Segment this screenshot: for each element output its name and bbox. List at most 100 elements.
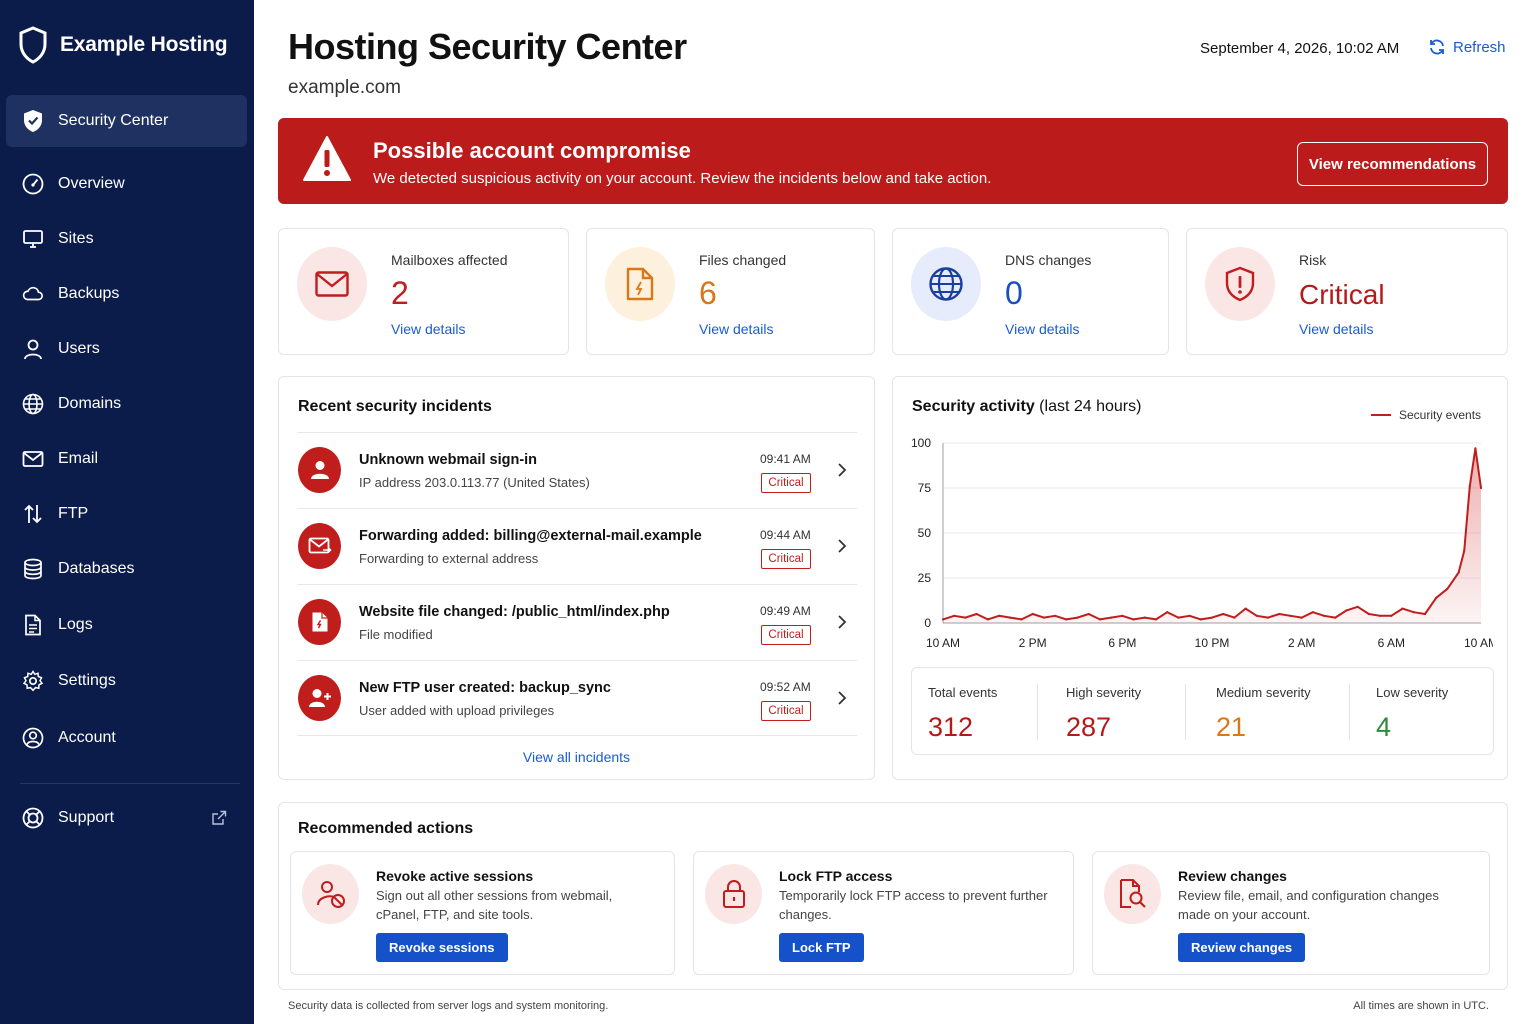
view-details-link[interactable]: View details — [391, 321, 465, 337]
sidebar-item-label: Users — [58, 340, 100, 357]
refresh-button[interactable]: Refresh — [1428, 38, 1506, 56]
view-all-incidents-link[interactable]: View all incidents — [279, 749, 874, 765]
sidebar-item-settings[interactable]: Settings — [6, 655, 247, 707]
chevron-right-icon[interactable] — [837, 690, 847, 706]
user-icon — [298, 447, 341, 493]
search-file-icon — [1104, 864, 1161, 924]
sidebar-item-label: Sites — [58, 230, 94, 247]
data-point — [1468, 485, 1471, 488]
sidebar-item-label: Email — [58, 450, 99, 467]
view-details-link[interactable]: View details — [1299, 321, 1373, 337]
data-point — [1188, 614, 1191, 617]
chevron-right-icon[interactable] — [837, 462, 847, 478]
stat-label: Files changed — [699, 252, 787, 268]
sidebar-item-logs[interactable]: Logs — [6, 599, 247, 651]
sidebar-item-label: Databases — [58, 560, 135, 577]
data-point — [975, 612, 978, 616]
sidebar-item-overview[interactable]: Overview — [6, 158, 247, 210]
incident-time: 09:49 AM — [760, 604, 811, 618]
data-point — [1390, 614, 1393, 617]
incident-row[interactable]: Website file changed: /public_html/index… — [297, 584, 857, 660]
revoke-sessions-button[interactable]: Revoke sessions — [376, 933, 508, 962]
stat-label: Mailboxes affected — [391, 252, 508, 268]
file-icon — [22, 614, 44, 636]
sidebar-item-ftp[interactable]: FTP — [6, 488, 247, 540]
account-icon — [22, 727, 44, 749]
view-recommendations-button[interactable]: View recommendations — [1297, 142, 1488, 186]
x-tick-label: 10 AM — [1464, 636, 1493, 650]
brand[interactable]: Example Hosting — [18, 26, 228, 64]
data-point — [1255, 614, 1258, 617]
summary-divider — [1037, 684, 1038, 740]
severity-badge: Critical — [761, 473, 811, 493]
stat-value: 0 — [1005, 275, 1023, 311]
summary-value: 287 — [1066, 712, 1112, 742]
sidebar-item-email[interactable]: Email — [6, 433, 247, 485]
x-tick-label: 2 AM — [1288, 636, 1315, 650]
action-text: Sign out all other sessions from webmail… — [376, 888, 613, 922]
x-tick-label: 10 AM — [926, 636, 960, 650]
x-tick-label: 6 PM — [1108, 636, 1136, 650]
x-tick-label: 6 AM — [1378, 636, 1405, 650]
incident-title: New FTP user created: backup_sync — [359, 680, 611, 696]
incident-time: 09:44 AM — [760, 528, 811, 542]
chevron-right-icon[interactable] — [837, 614, 847, 630]
data-point — [1412, 611, 1415, 614]
view-details-link[interactable]: View details — [1005, 321, 1079, 337]
data-point — [1042, 616, 1045, 619]
incident-title: Forwarding added: billing@external-mail.… — [359, 528, 702, 544]
alert-text: We detected suspicious activity on your … — [373, 170, 992, 187]
sidebar-item-backups[interactable]: Backups — [6, 268, 247, 320]
y-tick-label: 100 — [911, 436, 931, 450]
sidebar-item-sites[interactable]: Sites — [6, 213, 247, 265]
data-point — [1289, 614, 1292, 617]
sidebar-item-users[interactable]: Users — [6, 323, 247, 375]
sidebar-item-support[interactable]: Support — [6, 792, 247, 844]
alert-title: Possible account compromise — [373, 138, 691, 163]
severity-badge: Critical — [761, 625, 811, 645]
series-area — [943, 448, 1481, 623]
data-point — [1322, 614, 1326, 617]
data-point — [1300, 616, 1303, 619]
view-details-link[interactable]: View details — [699, 321, 773, 337]
stat-card-mailboxes: Mailboxes affected 2 View details — [278, 228, 569, 355]
sidebar-item-security-center[interactable]: Security Center — [6, 95, 247, 147]
action-text: Review file, email, and configuration ch… — [1178, 888, 1439, 922]
incident-row[interactable]: New FTP user created: backup_sync User a… — [297, 660, 857, 736]
data-point — [964, 616, 967, 619]
stat-value: Critical — [1299, 279, 1385, 310]
severity-badge: Critical — [761, 701, 811, 721]
shield-icon — [22, 110, 44, 132]
data-point — [997, 614, 1001, 617]
summary-divider — [1185, 684, 1186, 740]
sidebar-item-databases[interactable]: Databases — [6, 543, 247, 595]
data-point — [1143, 616, 1146, 619]
incident-row[interactable]: Forwarding added: billing@external-mail.… — [297, 508, 857, 584]
data-point — [1098, 618, 1102, 621]
data-point — [1244, 607, 1247, 610]
incident-time: 09:52 AM — [760, 680, 811, 694]
data-point — [1076, 616, 1079, 619]
data-point — [1222, 612, 1225, 616]
severity-badge: Critical — [761, 549, 811, 569]
page-title: Hosting Security Center — [288, 26, 687, 67]
lock-ftp-button[interactable]: Lock FTP — [779, 933, 864, 962]
globe-icon — [911, 247, 981, 321]
sidebar-item-account[interactable]: Account — [6, 712, 247, 764]
review-changes-button[interactable]: Review changes — [1178, 933, 1306, 962]
data-point — [1311, 611, 1314, 614]
incident-row[interactable]: Unknown webmail sign-in IP address 203.0… — [297, 432, 857, 508]
incident-subtitle: User added with upload privileges — [359, 703, 555, 718]
stat-label: Risk — [1299, 252, 1327, 268]
data-point — [1379, 614, 1382, 617]
action-card-revoke: Revoke active sessions Sign out all othe… — [290, 851, 675, 975]
summary-divider — [1349, 684, 1350, 740]
data-point — [1356, 605, 1359, 608]
main-content: Hosting Security Center example.com Sept… — [254, 0, 1536, 1024]
sidebar-item-label: Logs — [58, 616, 93, 633]
current-datetime: September 4, 2026, 10:02 AM — [1200, 40, 1400, 57]
chevron-right-icon[interactable] — [837, 538, 847, 554]
brand-name: Example Hosting — [60, 33, 228, 56]
sidebar-item-domains[interactable]: Domains — [6, 378, 247, 430]
data-point — [1446, 587, 1449, 590]
